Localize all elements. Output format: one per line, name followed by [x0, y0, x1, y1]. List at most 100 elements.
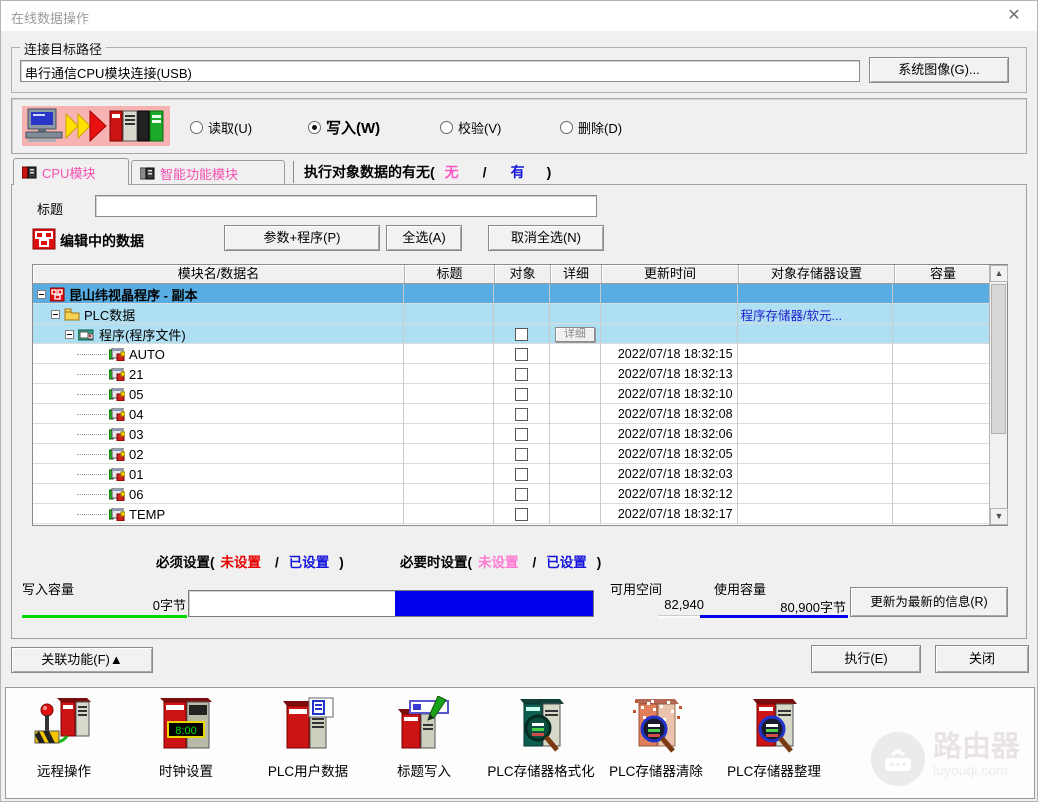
tree-line [77, 474, 107, 475]
memory-setting [738, 464, 894, 484]
target-checkbox[interactable] [515, 428, 528, 441]
tree-expand-icon[interactable] [65, 330, 74, 339]
row-name: PLC数据 [84, 305, 135, 324]
detail-button[interactable]: 详细 [555, 327, 595, 342]
toolbar-item-title-write[interactable]: 标题写入 [384, 694, 464, 780]
scroll-down-icon[interactable]: ▼ [990, 508, 1008, 525]
memory-setting [738, 424, 894, 444]
tree-expand-icon[interactable] [37, 290, 46, 299]
close-icon[interactable]: ✕ [1001, 5, 1027, 27]
vertical-scrollbar[interactable]: ▲ ▼ [989, 265, 1007, 525]
system-image-button[interactable]: 系统图像(G)... [869, 57, 1009, 83]
radio-write[interactable]: 写入(W) [308, 117, 380, 137]
table-row[interactable]: 程序(程序文件)详细 [33, 324, 989, 344]
title-bar: 在线数据操作 ✕ [1, 1, 1037, 31]
toolbar-item-remote-operation[interactable]: 远程操作 [22, 694, 106, 780]
tree-line [77, 454, 107, 455]
dialog-title: 在线数据操作 [11, 8, 89, 27]
table-header: 模块名/数据名 标题 对象 详细 更新时间 对象存储器设置 容量 [33, 265, 1007, 284]
write-capacity-value: 0字节 [102, 595, 186, 614]
radio-write-circle [308, 121, 321, 134]
radio-read[interactable]: 读取(U) [190, 117, 252, 137]
target-checkbox[interactable] [515, 368, 528, 381]
program-icon [109, 508, 125, 521]
tab-intelligent-module[interactable]: 智能功能模块 [131, 160, 285, 185]
table-row[interactable]: 052022/07/18 18:32:10 [33, 384, 989, 404]
update-time: 2022/07/18 18:32:17 [601, 504, 738, 524]
plc-memory-arrange-icon [745, 696, 803, 754]
target-checkbox[interactable] [515, 488, 528, 501]
table-row[interactable]: 昆山纬视晶程序 - 副本 [33, 284, 989, 304]
tree-line [77, 514, 107, 515]
related-functions-button[interactable]: 关联功能(F)▲ [11, 647, 153, 673]
radio-delete[interactable]: 删除(D) [560, 117, 622, 137]
connection-group-label: 连接目标路径 [20, 39, 106, 58]
watermark: 路由器 luyouqi.com [871, 732, 1020, 786]
table-row[interactable]: 012022/07/18 18:32:03 [33, 464, 989, 484]
table-row[interactable]: 022022/07/18 18:32:05 [33, 444, 989, 464]
tree-expand-icon[interactable] [51, 310, 60, 319]
memory-setting [738, 344, 894, 364]
target-checkbox[interactable] [515, 388, 528, 401]
online-data-operation-dialog: 在线数据操作 ✕ 连接目标路径 串行通信CPU模块连接(USB) 系统图像(G)… [0, 0, 1038, 802]
update-time: 2022/07/18 18:32:13 [601, 364, 738, 384]
table-row[interactable]: PLC数据 程序存储器/软元... [33, 304, 989, 324]
toolbar-item-clock-setting[interactable]: 8:00 时钟设置 [144, 694, 228, 780]
memory-setting [738, 404, 894, 424]
target-checkbox[interactable] [515, 348, 528, 361]
radio-read-label: 读取(U) [208, 118, 252, 137]
col-update-time: 更新时间 [602, 265, 739, 283]
target-checkbox[interactable] [515, 468, 528, 481]
memory-setting [738, 384, 894, 404]
col-capacity: 容量 [895, 265, 991, 283]
toolbar-item-plc-memory-clear[interactable]: PLC存储器清除 [604, 694, 708, 780]
col-target: 对象 [495, 265, 551, 283]
related-functions-toolbar: 远程操作 8:00 时钟设置 [5, 687, 1035, 799]
row-name: 21 [129, 367, 143, 382]
table-row[interactable]: AUTO2022/07/18 18:32:15 [33, 344, 989, 364]
project-icon [50, 287, 65, 302]
select-all-button[interactable]: 全选(A) [386, 225, 462, 251]
deselect-all-button[interactable]: 取消全选(N) [488, 225, 604, 251]
scrollbar-thumb[interactable] [991, 284, 1006, 434]
free-space-label: 可用空间 [610, 579, 662, 598]
row-name: 01 [129, 467, 143, 482]
col-detail: 详细 [551, 265, 602, 283]
tree-line [77, 494, 107, 495]
target-data-presence: 执行对象数据的有无(无/有) [304, 162, 551, 182]
toolbar-label-remote-operation: 远程操作 [22, 760, 106, 780]
program-icon [109, 388, 125, 401]
program-group-icon [78, 328, 95, 341]
param-program-button[interactable]: 参数+程序(P) [224, 225, 380, 251]
execute-button[interactable]: 执行(E) [811, 645, 921, 673]
data-table: 模块名/数据名 标题 对象 详细 更新时间 对象存储器设置 容量 昆山纬视晶程序… [32, 264, 1008, 526]
radio-verify[interactable]: 校验(V) [440, 117, 501, 137]
table-row[interactable]: 042022/07/18 18:32:08 [33, 404, 989, 424]
table-row[interactable]: 062022/07/18 18:32:12 [33, 484, 989, 504]
toolbar-item-plc-memory-arrange[interactable]: PLC存储器整理 [718, 694, 830, 780]
memory-setting[interactable]: 程序存储器/软元... [738, 304, 894, 324]
close-button[interactable]: 关闭 [935, 645, 1029, 673]
refresh-info-button[interactable]: 更新为最新的信息(R) [850, 587, 1008, 617]
target-checkbox[interactable] [515, 508, 528, 521]
radio-write-label: 写入(W) [326, 117, 380, 138]
write-capacity-bar [188, 590, 594, 617]
target-checkbox[interactable] [515, 408, 528, 421]
toolbar-item-plc-memory-format[interactable]: PLC存储器格式化 [478, 694, 604, 780]
program-icon [109, 428, 125, 441]
tree-line [77, 354, 107, 355]
target-checkbox[interactable] [515, 448, 528, 461]
memory-setting [738, 444, 894, 464]
toolbar-item-plc-user-data[interactable]: PLC用户数据 [258, 694, 358, 780]
tab-cpu-module[interactable]: CPU模块 [13, 158, 129, 185]
scroll-up-icon[interactable]: ▲ [990, 265, 1008, 282]
title-input[interactable] [95, 195, 597, 217]
tab-separator [293, 161, 294, 183]
table-row[interactable]: TEMP2022/07/18 18:32:17 [33, 504, 989, 524]
target-checkbox[interactable] [515, 328, 528, 341]
table-row[interactable]: 032022/07/18 18:32:06 [33, 424, 989, 444]
connection-path-field[interactable]: 串行通信CPU模块连接(USB) [20, 60, 860, 82]
svg-text:8:00: 8:00 [175, 725, 196, 737]
update-time: 2022/07/18 18:32:12 [601, 484, 738, 504]
table-row[interactable]: 21 2022/07/18 18:32:13 [33, 364, 989, 384]
